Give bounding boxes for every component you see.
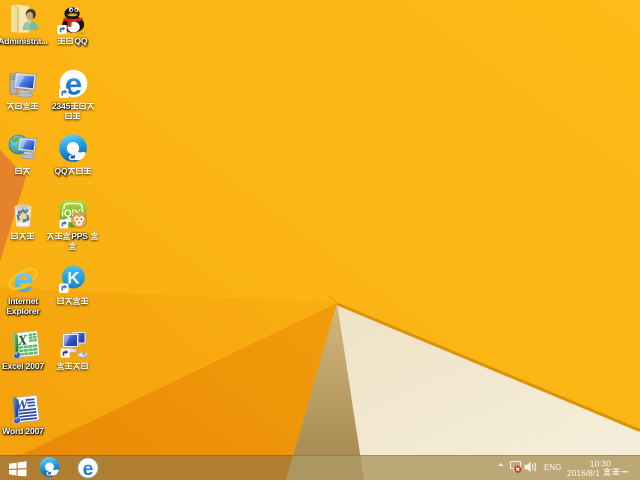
svg-text:K: K <box>67 269 80 288</box>
svg-text:2016/8/1: 2016/8/1 <box>567 468 600 478</box>
svg-text:e: e <box>83 459 94 479</box>
svg-text:ENG: ENG <box>544 463 561 472</box>
svg-text:e: e <box>13 263 33 295</box>
